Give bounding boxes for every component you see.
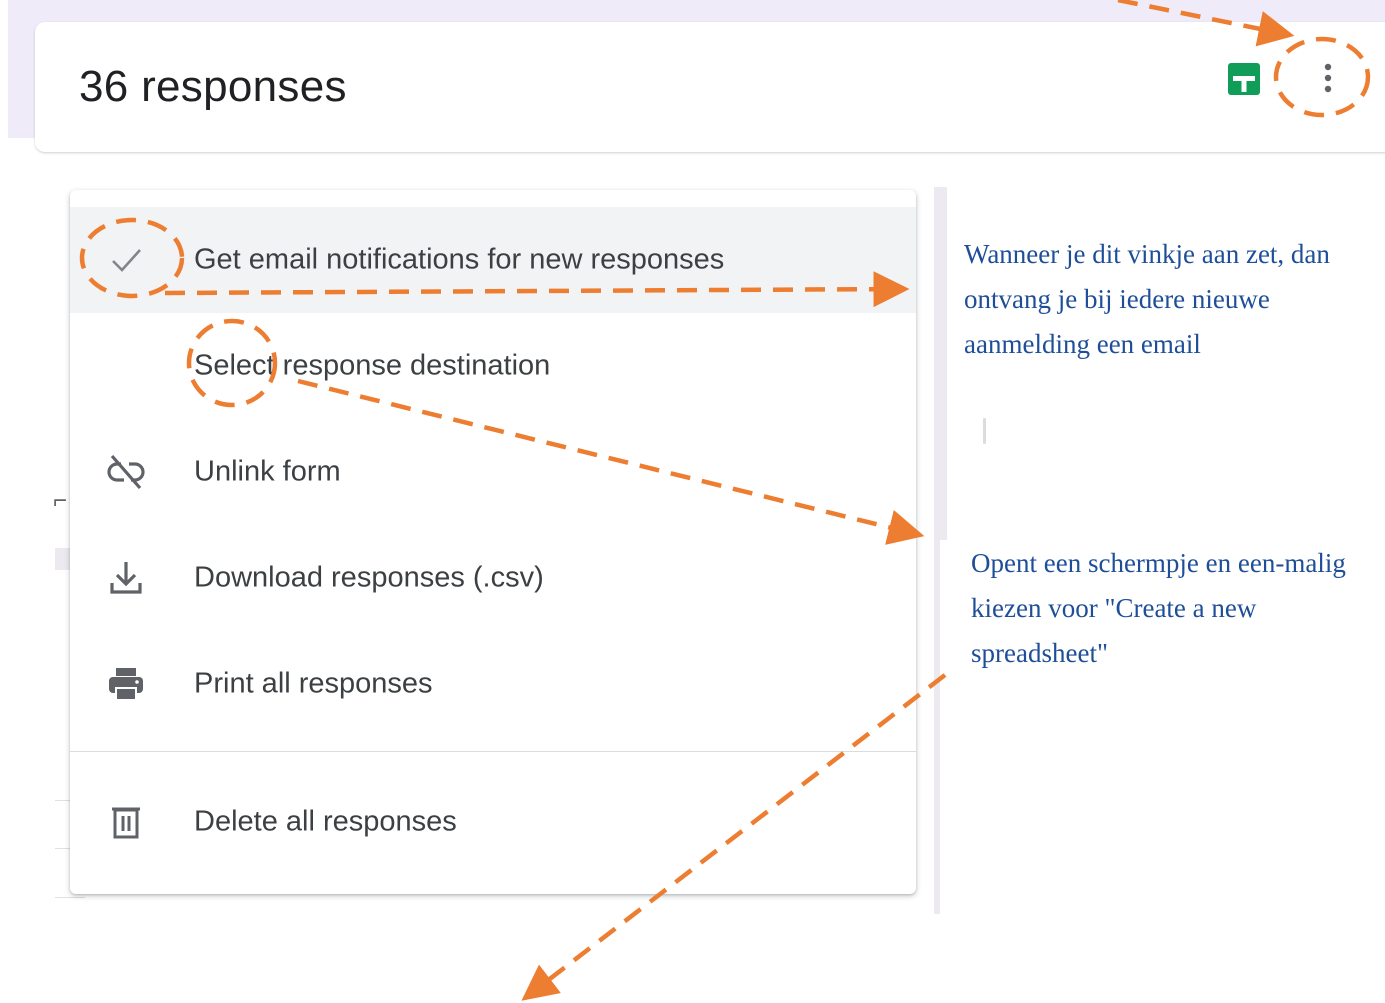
menu-item-email-notifications[interactable]: Get email notifications for new response…	[70, 207, 916, 313]
page-background-glyph: ⌐	[53, 487, 68, 514]
check-icon	[112, 249, 141, 272]
annotation-notifications-note: Wanneer je dit vinkje aan zet, dan ontva…	[964, 239, 1330, 359]
menu-item-unlink-form[interactable]: Unlink form	[70, 419, 916, 525]
page-background-panel	[940, 540, 948, 914]
google-sheets-icon[interactable]	[1228, 63, 1260, 95]
menu-divider	[70, 751, 916, 752]
annotation-destination-note: Opent een schermpje en een-malig kiezen …	[971, 548, 1346, 668]
page-divider	[55, 897, 85, 898]
menu-item-delete-responses[interactable]: Delete all responses	[70, 769, 916, 875]
menu-item-label: Unlink form	[194, 455, 341, 488]
print-icon	[109, 668, 143, 701]
link-off-icon	[107, 454, 145, 490]
trash-icon	[112, 807, 140, 839]
menu-item-label: Get email notifications for new response…	[194, 243, 725, 276]
menu-scrollbar[interactable]	[983, 418, 986, 444]
menu-item-label: Select response destination	[194, 349, 551, 382]
menu-item-label: Delete all responses	[194, 805, 457, 838]
menu-item-print-responses[interactable]: Print all responses	[70, 631, 916, 737]
download-icon	[110, 562, 142, 594]
menu-item-label: Download responses (.csv)	[194, 561, 544, 594]
menu-item-select-destination[interactable]: Select response destination	[70, 313, 916, 419]
more-vert-icon	[1324, 63, 1332, 93]
responses-count-title: 36 responses	[79, 62, 347, 111]
more-options-button[interactable]	[1306, 56, 1350, 100]
menu-item-label: Print all responses	[194, 667, 433, 700]
menu-item-download-csv[interactable]: Download responses (.csv)	[70, 525, 916, 631]
responses-options-menu: Get email notifications for new response…	[70, 190, 986, 894]
